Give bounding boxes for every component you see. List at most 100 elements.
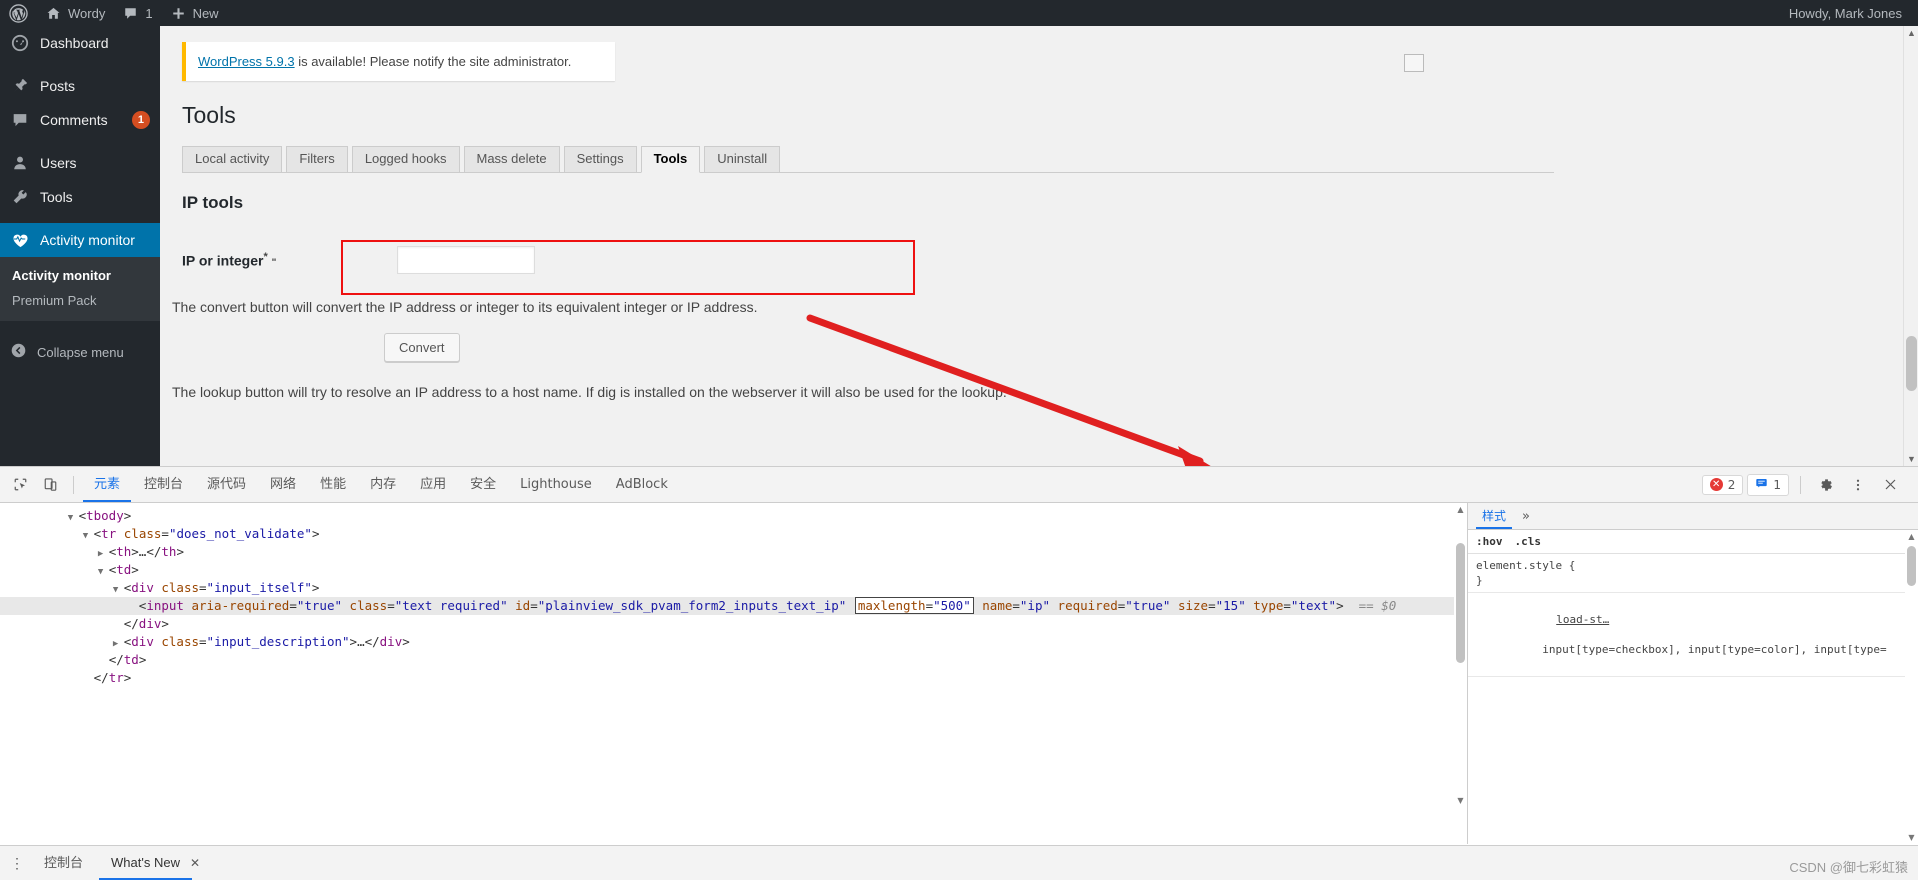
code-token: > <box>123 508 132 523</box>
devtools-drawer-tabbar: ⋮ 控制台 What's New ✕ CSDN @御七彩虹猿 <box>0 845 1918 880</box>
inspect-element-icon[interactable] <box>6 471 34 499</box>
styles-tab[interactable]: 样式 <box>1476 503 1512 529</box>
convert-button[interactable]: Convert <box>384 332 460 362</box>
tab-uninstall[interactable]: Uninstall <box>704 145 781 172</box>
convert-description: The convert button will convert the IP a… <box>172 298 758 315</box>
ip-or-integer-input[interactable] <box>397 245 535 274</box>
dom-tree-scrollbar[interactable]: ▲ ▼ <box>1454 503 1467 844</box>
dom-tree-line[interactable]: <input aria-required="true" class="text … <box>0 597 1467 615</box>
devtools-tab-performance[interactable]: 性能 <box>309 467 357 502</box>
dom-tree-line[interactable]: ▼ <tr class="does_not_validate"> <box>0 525 1467 543</box>
sidebar-item-comments[interactable]: Comments 1 <box>0 103 160 137</box>
sidebar-divider <box>0 60 160 69</box>
code-token: td <box>116 562 132 577</box>
dom-tree-line[interactable]: ▶ <th>…</th> <box>0 543 1467 561</box>
dom-tree-line[interactable]: </tr> <box>0 669 1467 687</box>
scroll-up-arrow-icon[interactable]: ▲ <box>1904 26 1918 40</box>
gear-icon[interactable] <box>1812 471 1840 499</box>
devtools-tab-console[interactable]: 控制台 <box>133 467 194 502</box>
code-token: > <box>1336 598 1344 613</box>
adminbar-new-button[interactable]: New <box>162 0 228 26</box>
page-scrollbar[interactable]: ▲ ▼ <box>1903 26 1918 466</box>
sidebar-item-dashboard[interactable]: Dashboard <box>0 26 160 60</box>
chevron-right-icon[interactable]: ▶ <box>113 639 124 649</box>
convert-button-row: Convert <box>160 332 1904 362</box>
devtools-tab-elements[interactable]: 元素 <box>83 467 131 502</box>
devtools-tab-memory[interactable]: 内存 <box>359 467 407 502</box>
chevron-down-icon[interactable]: ▼ <box>98 567 109 577</box>
account-greeting[interactable]: Howdy, Mark Jones <box>1789 6 1918 21</box>
tab-settings[interactable]: Settings <box>563 145 637 172</box>
dom-tree-line[interactable]: ▼ <td> <box>0 561 1467 579</box>
submenu-item-premium-pack[interactable]: Premium Pack <box>0 288 160 313</box>
error-count-badge[interactable]: ✕ 2 <box>1701 474 1744 495</box>
dom-scrollbar-thumb[interactable] <box>1456 543 1465 663</box>
tab-mass-delete[interactable]: Mass delete <box>463 145 560 172</box>
scroll-down-arrow-icon[interactable]: ▼ <box>1454 794 1467 807</box>
element-style-rule[interactable]: element.style { } <box>1468 554 1918 593</box>
edited-attribute-box[interactable]: maxlength="500" <box>854 597 974 614</box>
adminbar-new-label: New <box>192 5 219 21</box>
tab-tools[interactable]: Tools <box>640 145 701 173</box>
styles-scrollbar[interactable]: ▲ ▼ <box>1905 530 1918 844</box>
stylesheet-source-link[interactable]: load-st… <box>1556 613 1609 626</box>
dom-tree-line[interactable]: </td> <box>0 651 1467 669</box>
dom-tree-line[interactable]: ▶ <div class="input_description">…</div> <box>0 633 1467 651</box>
code-token: class <box>349 598 388 613</box>
close-icon[interactable]: ✕ <box>190 856 200 870</box>
code-token: > <box>131 562 139 577</box>
scroll-up-arrow-icon[interactable]: ▲ <box>1905 530 1918 543</box>
sidebar-item-activity-monitor[interactable]: Activity monitor <box>0 223 160 257</box>
tab-filters[interactable]: Filters <box>286 145 348 172</box>
dom-tree-line[interactable]: ▼ <div class="input_itself"> <box>0 579 1467 597</box>
devtools-tab-adblock[interactable]: AdBlock <box>605 467 679 502</box>
code-token: "ip" <box>1019 598 1051 613</box>
adminbar-comments-button[interactable]: 1 <box>114 0 161 26</box>
sidebar-item-users[interactable]: Users <box>0 146 160 180</box>
kebab-menu-icon[interactable]: ⋮ <box>6 856 28 870</box>
chevron-right-icon[interactable]: ▶ <box>98 549 109 559</box>
code-token: aria-required <box>191 598 290 613</box>
devtools-tab-lighthouse[interactable]: Lighthouse <box>509 467 603 502</box>
tab-local-activity[interactable]: Local activity <box>182 145 283 172</box>
hov-toggle[interactable]: :hov <box>1476 535 1503 548</box>
collapse-menu-button[interactable]: Collapse menu <box>0 335 160 369</box>
cls-toggle[interactable]: .cls <box>1515 535 1542 548</box>
dom-tree-line[interactable]: </div> <box>0 615 1467 633</box>
kebab-menu-icon[interactable] <box>1844 471 1872 499</box>
code-token: div <box>138 616 162 631</box>
chevron-down-icon[interactable]: ▼ <box>113 585 124 595</box>
scroll-down-arrow-icon[interactable]: ▼ <box>1905 831 1918 844</box>
chevron-down-icon[interactable]: ▼ <box>83 531 94 541</box>
tab-logged-hooks[interactable]: Logged hooks <box>351 145 460 172</box>
devtools-tab-network[interactable]: 网络 <box>259 467 307 502</box>
chevron-down-icon[interactable]: ▼ <box>68 513 79 523</box>
devtools-tab-security[interactable]: 安全 <box>459 467 507 502</box>
css-rule-block[interactable]: load-st… input[type=checkbox], input[typ… <box>1468 593 1918 677</box>
home-icon <box>46 6 61 21</box>
chevron-double-right-icon[interactable]: » <box>1522 509 1530 524</box>
dom-tree-line[interactable]: ▼ <tbody> <box>0 507 1467 525</box>
site-name-button[interactable]: Wordy <box>37 0 114 26</box>
code-token: div <box>131 580 154 595</box>
code-token: "plainview_sdk_pvam_form2_inputs_text_ip… <box>537 598 847 613</box>
device-toolbar-icon[interactable] <box>36 471 64 499</box>
drawer-tab-console[interactable]: 控制台 <box>32 846 95 880</box>
dom-tree-pane[interactable]: ▼ <tbody> ▼ <tr class="does_not_validate… <box>0 503 1468 844</box>
wp-admin-bar: Wordy 1 New Howdy, Mark Jones <box>0 0 1918 26</box>
page-scrollbar-thumb[interactable] <box>1906 336 1917 391</box>
warning-count-badge[interactable]: 1 <box>1747 473 1789 496</box>
wordpress-update-link[interactable]: WordPress 5.9.3 <box>198 54 295 69</box>
close-icon[interactable] <box>1876 471 1904 499</box>
sidebar-item-tools[interactable]: Tools <box>0 180 160 214</box>
devtools-tab-application[interactable]: 应用 <box>409 467 457 502</box>
styles-scrollbar-thumb[interactable] <box>1907 546 1916 586</box>
drawer-tab-whats-new[interactable]: What's New <box>99 846 192 880</box>
scroll-up-arrow-icon[interactable]: ▲ <box>1454 503 1467 516</box>
submenu-item-activity-monitor[interactable]: Activity monitor <box>0 263 160 288</box>
devtools-tab-sources[interactable]: 源代码 <box>196 467 257 502</box>
wp-logo-button[interactable] <box>0 0 37 26</box>
sidebar-item-posts[interactable]: Posts <box>0 69 160 103</box>
scroll-down-arrow-icon[interactable]: ▼ <box>1904 452 1918 466</box>
